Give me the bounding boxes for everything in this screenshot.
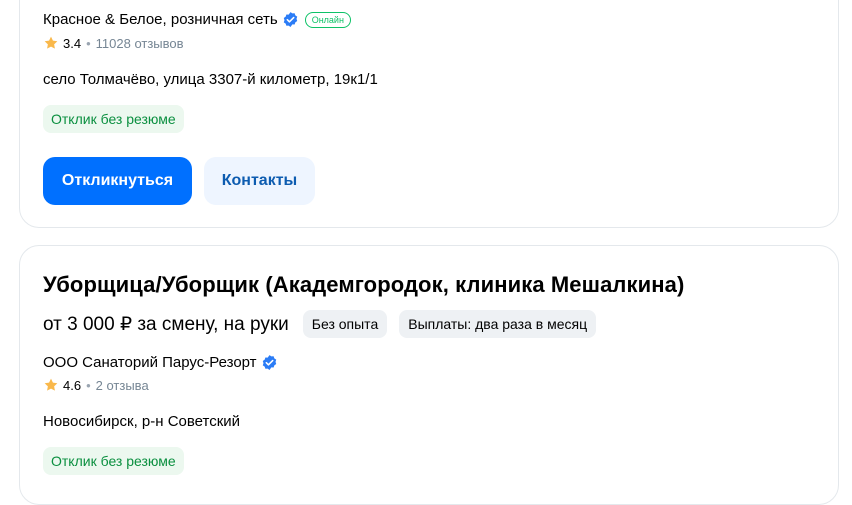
respond-button[interactable]: Откликнуться [43,157,192,205]
rating-row: 3.4 • 11028 отзывов [43,35,184,51]
address-row: Новосибирск, р-н Советский [43,413,240,430]
reviews-link[interactable]: 2 отзыва [96,378,149,393]
rating-row: 4.6 • 2 отзыва [43,377,149,393]
verified-check-icon [283,12,297,27]
verified-check-icon [262,355,276,370]
address: Новосибирск, р-н Советский [43,413,241,430]
rating-value: 4.6 [63,377,82,393]
reviews-link[interactable]: 11028 отзывов [96,36,184,51]
star-icon [44,378,58,391]
star-icon [44,36,58,49]
salary-row: от 3 000 ₽ за смену, на руки Без опыта В… [43,310,597,338]
address: село Толмачёво, улица 3307-й километр, 1… [43,71,378,88]
experience-chip: Без опыта [302,310,388,338]
contacts-button[interactable]: Контакты [204,157,315,205]
rating-value: 3.4 [63,35,82,51]
payment-chip: Выплаты: два раза в месяц [399,310,597,338]
company-row: Красное & Белое, розничная сеть Онлайн [43,11,351,28]
separator-dot: • [86,35,91,51]
online-badge: Онлайн [304,11,351,28]
salary: от 3 000 ₽ за смену, на руки [43,313,289,335]
no-resume-row: Отклик без резюме [43,105,184,133]
vacancy-card[interactable]: Красное & Белое, розничная сеть Онлайн 3… [19,0,839,228]
title-row: Уборщица/Уборщик (Академгородок, клиника… [43,272,684,298]
separator-dot: • [86,377,91,393]
address-row: село Толмачёво, улица 3307-й километр, 1… [43,71,378,88]
no-resume-badge: Отклик без резюме [43,105,184,133]
company-row: ООО Санаторий Парус-Резорт [43,354,278,371]
no-resume-badge: Отклик без резюме [43,447,184,475]
vacancy-title[interactable]: Уборщица/Уборщик (Академгородок, клиника… [43,272,684,298]
company-name[interactable]: ООО Санаторий Парус-Резорт [43,354,257,371]
company-name[interactable]: Красное & Белое, розничная сеть [43,11,278,28]
no-resume-row: Отклик без резюме [43,447,184,475]
vacancy-card[interactable]: Уборщица/Уборщик (Академгородок, клиника… [19,245,839,505]
